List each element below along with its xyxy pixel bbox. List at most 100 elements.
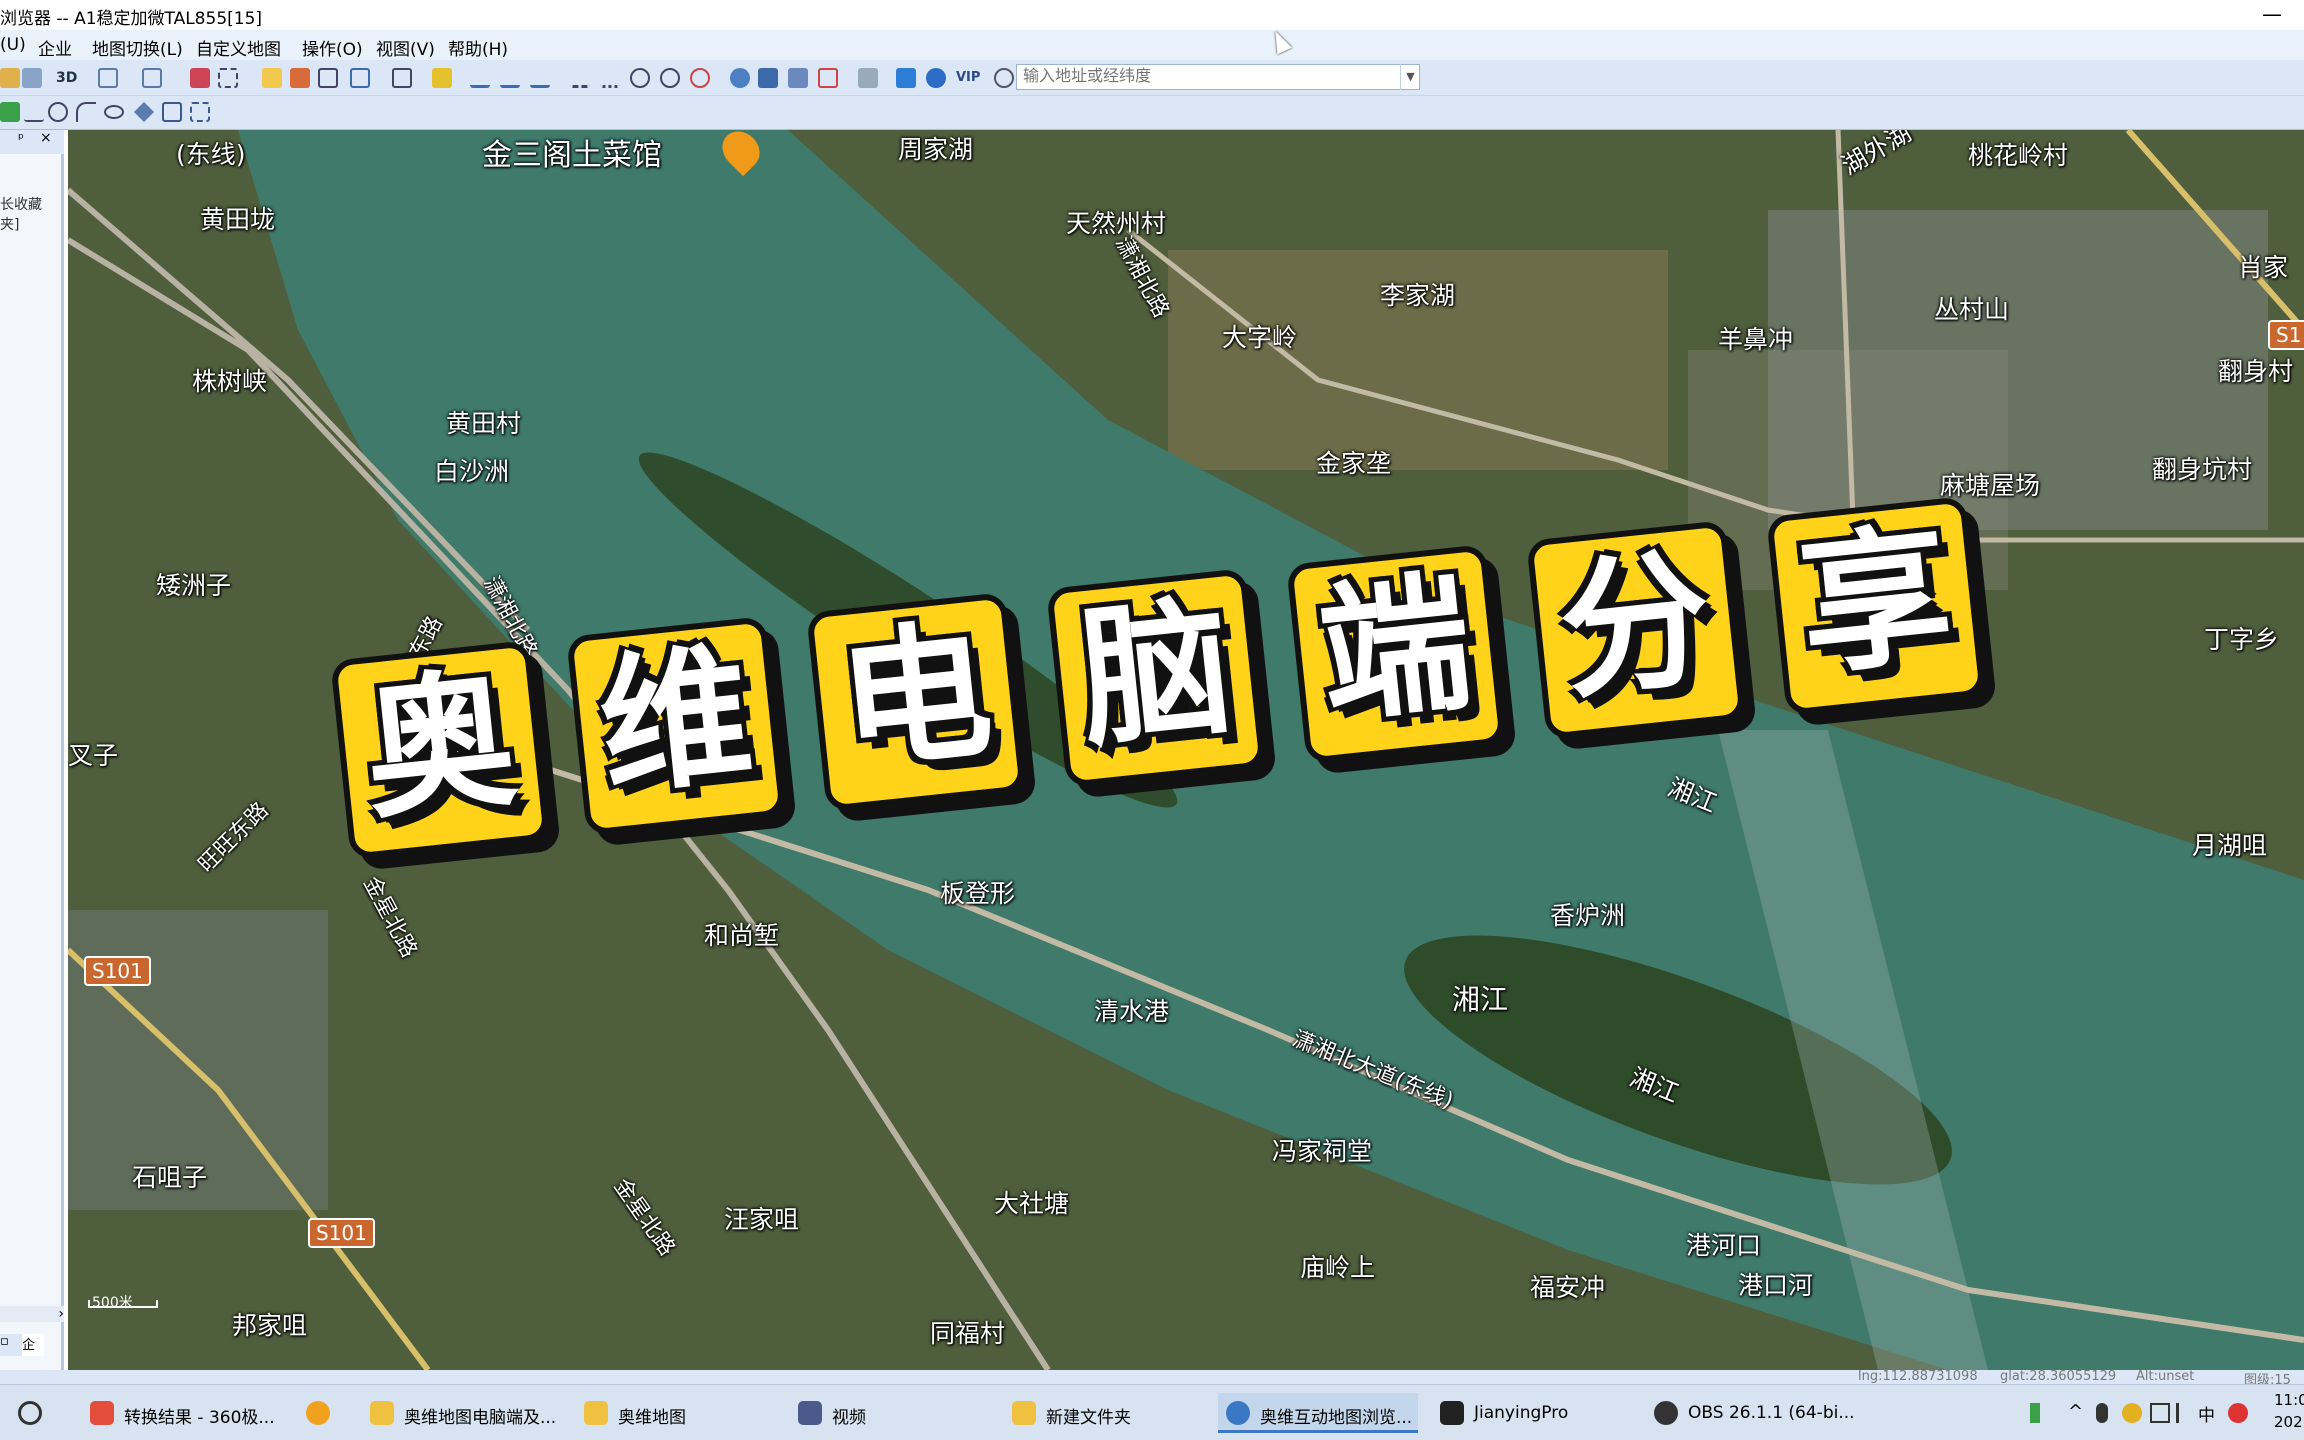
chat-icon[interactable] — [896, 68, 916, 88]
marker-icon[interactable] — [0, 102, 20, 122]
menu-item-custom-map[interactable]: 自定义地图 — [196, 35, 281, 60]
menu-item-operation[interactable]: 操作(O) — [302, 35, 363, 60]
microphone-icon[interactable] — [2096, 1403, 2108, 1423]
taskbar-item[interactable]: 奥维互动地图浏览... — [1218, 1393, 1418, 1433]
network-icon[interactable] — [2150, 1403, 2170, 1423]
map-label: 黄田村 — [446, 409, 522, 438]
info-icon[interactable] — [926, 68, 946, 88]
address-search-input[interactable] — [1016, 64, 1420, 90]
panel-tab-a[interactable]: ▫ — [0, 1334, 22, 1356]
pan-icon[interactable] — [134, 102, 154, 122]
polygon-icon[interactable] — [350, 68, 370, 88]
close-icon[interactable]: × — [40, 130, 52, 146]
banner-char: 分 — [1551, 531, 1720, 721]
clock-date[interactable]: 202 — [2274, 1413, 2303, 1431]
map-label: 矮洲子 — [156, 571, 232, 600]
path-icon[interactable] — [500, 68, 520, 88]
select-icon[interactable] — [218, 68, 238, 88]
taskbar-label: 转换结果 - 360极... — [124, 1408, 275, 1428]
building-icon[interactable] — [858, 68, 878, 88]
minimize-button[interactable]: — — [2262, 2, 2282, 26]
volume-icon[interactable] — [2176, 1403, 2196, 1423]
taskbar-item[interactable]: 视频 — [790, 1393, 890, 1433]
banner-tile: 脑 — [1046, 568, 1266, 788]
ellipse-icon[interactable] — [104, 105, 124, 119]
circle-icon[interactable] — [630, 68, 650, 88]
pin-icon[interactable]: ᵖ — [18, 131, 24, 147]
search-icon[interactable] — [18, 1401, 42, 1425]
rectangle-icon[interactable] — [318, 68, 338, 88]
folder-icon[interactable] — [0, 68, 20, 88]
scissors-icon[interactable] — [818, 68, 838, 88]
print-icon[interactable] — [22, 68, 42, 88]
panel-tab-enterprise[interactable]: 企 — [22, 1334, 44, 1356]
map-view[interactable]: (东线) 金三阁土菜馆 周家湖 湖外湖 桃花岭村 黄田垅 天然州村 潇湘北路 李… — [68, 130, 2304, 1370]
redo-icon[interactable] — [142, 68, 162, 88]
taskbar-item[interactable]: OBS 26.1.1 (64-bi... — [1646, 1393, 1856, 1433]
ring-icon[interactable] — [690, 68, 710, 88]
draw-toolbar — [0, 96, 2304, 130]
frame-icon[interactable] — [162, 102, 182, 122]
taskbar-item[interactable] — [298, 1393, 344, 1433]
undo-icon[interactable] — [98, 68, 118, 88]
draw-circle-icon[interactable] — [48, 102, 68, 122]
map-label: 庙岭上 — [1300, 1253, 1376, 1282]
status-lat: glat:28.36055129 — [2000, 1369, 2117, 1384]
star-icon[interactable] — [432, 68, 452, 88]
battery-icon[interactable] — [2030, 1403, 2040, 1423]
taskbar-item[interactable]: 新建文件夹 — [1004, 1393, 1144, 1433]
taskbar-item[interactable]: 奥维地图 — [576, 1393, 696, 1433]
map-label: 麻塘屋场 — [1940, 471, 2041, 500]
expand-icon[interactable] — [190, 102, 210, 122]
grid-icon[interactable] — [758, 68, 778, 88]
menu-item-user[interactable]: (U) — [0, 35, 26, 55]
menu-item-map-switch[interactable]: 地图切换(L) — [92, 35, 183, 60]
map-label: 大社塘 — [994, 1189, 1070, 1218]
line-icon[interactable] — [470, 68, 490, 88]
arc-icon[interactable] — [76, 102, 96, 122]
app-tray-icon[interactable] — [2122, 1403, 2142, 1423]
chevron-up-icon[interactable]: ^ — [2068, 1401, 2083, 1422]
search-icon[interactable] — [994, 68, 1014, 88]
polyline-icon[interactable] — [24, 102, 44, 122]
map-label: 港河口 — [1686, 1231, 1762, 1260]
banner-tile: 端 — [1286, 544, 1506, 764]
video-icon — [798, 1401, 822, 1425]
globe-icon[interactable] — [730, 68, 750, 88]
vip-button[interactable]: VIP — [956, 70, 980, 85]
3d-button[interactable]: 3D — [56, 70, 77, 86]
road-shield: S1 — [2268, 320, 2304, 350]
menu-item-enterprise[interactable]: 企业 — [38, 35, 72, 60]
taskbar-item[interactable]: 转换结果 - 360极... — [82, 1393, 275, 1433]
layers-icon[interactable] — [788, 68, 808, 88]
ime-indicator[interactable]: 中 — [2198, 1401, 2215, 1426]
rotate-icon[interactable] — [660, 68, 680, 88]
map-label: 白沙洲 — [434, 457, 510, 486]
dots-icon[interactable] — [600, 68, 620, 88]
track-icon[interactable] — [570, 68, 590, 88]
camera-icon[interactable] — [392, 68, 412, 88]
horizontal-scrollbar[interactable]: › — [0, 1306, 64, 1322]
chevron-down-icon[interactable]: ▼ — [1400, 64, 1420, 90]
taskbar-label: 视频 — [832, 1408, 866, 1428]
curve-icon[interactable] — [530, 68, 550, 88]
pencil-icon[interactable] — [262, 68, 282, 88]
road-shield: S101 — [308, 1218, 375, 1248]
map-label: 天然州村 — [1066, 209, 1167, 238]
menu-item-help[interactable]: 帮助(H) — [448, 35, 508, 60]
sogou-icon[interactable] — [2228, 1403, 2248, 1423]
taskbar-item[interactable]: 奥维地图电脑端及... — [362, 1393, 556, 1433]
folder-icon — [370, 1401, 394, 1425]
scroll-right-icon[interactable]: › — [58, 1306, 64, 1322]
favorites-item[interactable]: 长收藏夹] — [0, 194, 61, 234]
map-label: 香炉洲 — [1550, 901, 1626, 930]
clock-time[interactable]: 11:0 — [2274, 1391, 2304, 1409]
menu-item-view[interactable]: 视图(V) — [376, 35, 435, 60]
delete-icon[interactable] — [190, 68, 210, 88]
ruler-icon[interactable] — [290, 68, 310, 88]
map-label: 丛村山 — [1934, 295, 2010, 324]
banner-tile: 分 — [1526, 520, 1746, 740]
map-label: 冯家祠堂 — [1272, 1137, 1373, 1166]
taskbar-item[interactable]: JianyingPro — [1432, 1393, 1592, 1433]
scale-label: 500米 — [92, 1295, 133, 1311]
